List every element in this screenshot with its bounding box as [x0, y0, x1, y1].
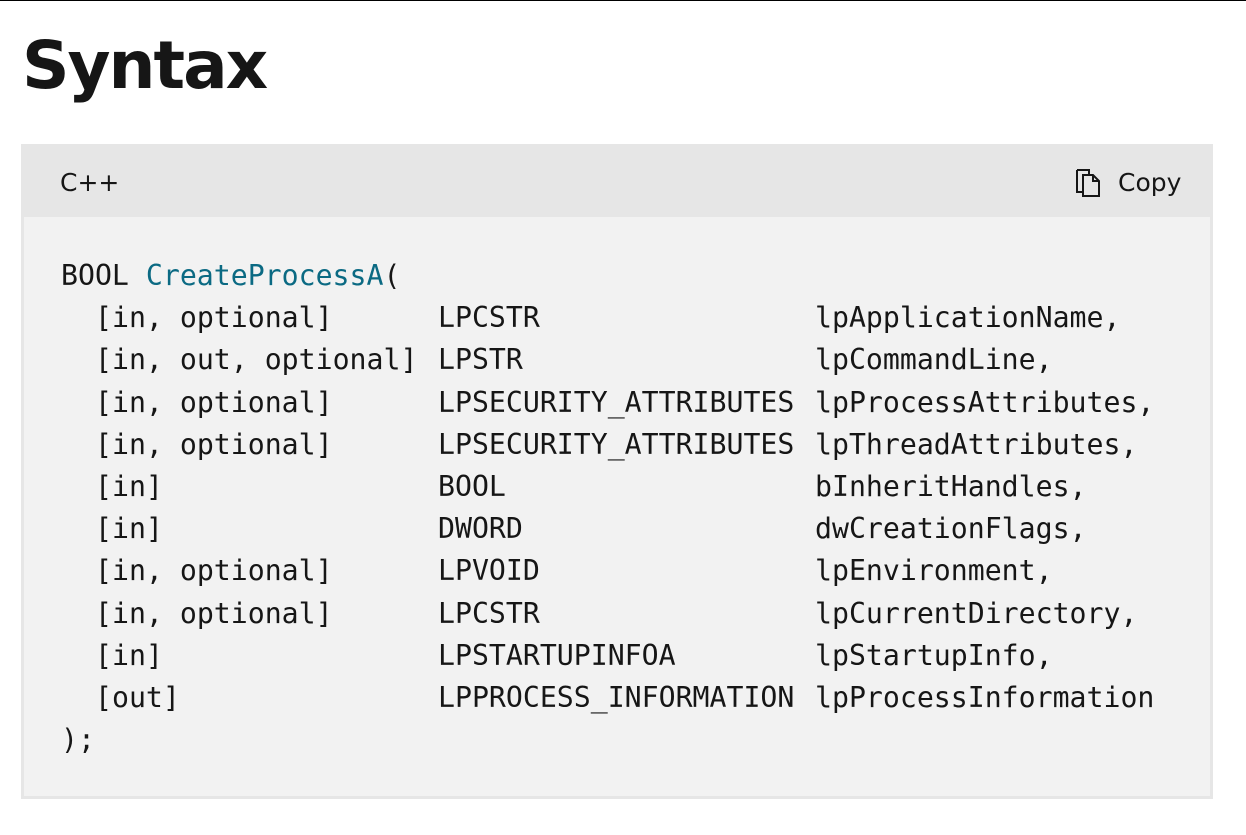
param-name: lpCommandLine, — [815, 343, 1053, 377]
param-name: dwCreationFlags, — [815, 512, 1087, 546]
copy-button[interactable]: Copy — [1074, 165, 1181, 201]
param-annotation: [out] — [95, 680, 180, 714]
code-block-header: C++ Copy — [24, 147, 1210, 217]
param-type: LPPROCESS_INFORMATION — [438, 680, 795, 714]
param-name: bInheritHandles, — [815, 469, 1087, 503]
code-line-param: [in, optional] LPCSTR lpCurrentDirectory, — [61, 593, 1154, 635]
param-annotation: [in, optional] — [95, 596, 333, 630]
param-name: lpThreadAttributes, — [815, 427, 1138, 461]
param-name: lpStartupInfo, — [815, 638, 1053, 672]
param-name: lpProcessInformation — [815, 680, 1155, 714]
top-divider — [0, 0, 1246, 1]
copy-icon — [1074, 168, 1104, 198]
param-name: lpProcessAttributes, — [815, 385, 1155, 419]
param-type: DWORD — [438, 512, 523, 546]
param-annotation: [in, optional] — [95, 427, 333, 461]
param-type: LPSECURITY_ATTRIBUTES — [438, 427, 795, 461]
param-annotation: [in, optional] — [95, 301, 333, 335]
param-annotation: [in, out, optional] — [95, 343, 418, 377]
param-type: LPVOID — [438, 554, 540, 588]
code-line-close: ); — [61, 723, 95, 757]
code-line-param: [out] LPPROCESS_INFORMATION lpProcessInfor… — [61, 677, 1154, 719]
param-name: lpEnvironment, — [815, 554, 1053, 588]
code-line-param: [in, optional] LPSECURITY_ATTRIBUTES lpThr… — [61, 424, 1154, 466]
code-line-param: [in] DWORD dwCreationFlags, — [61, 508, 1154, 550]
code-language-label: C++ — [60, 168, 120, 197]
param-type: LPSTARTUPINFOA — [438, 638, 676, 672]
open-paren: ( — [383, 259, 401, 292]
code-line-signature: BOOL CreateProcessA( — [61, 255, 1154, 297]
param-type: LPCSTR — [438, 301, 540, 335]
code-line-param: [in, optional] LPVOID lpEnvironment, — [61, 550, 1154, 592]
return-type: BOOL — [61, 259, 129, 292]
param-type: LPCSTR — [438, 596, 540, 630]
code-line-param: [in, optional] LPSECURITY_ATTRIBUTES lpPro… — [61, 382, 1154, 424]
param-annotation: [in, optional] — [95, 385, 333, 419]
code-line-param: [in, optional] LPCSTR lpApplicationName, — [61, 297, 1154, 339]
param-type: LPSECURITY_ATTRIBUTES — [438, 385, 795, 419]
page-heading: Syntax — [22, 27, 268, 104]
param-name: lpCurrentDirectory, — [815, 596, 1138, 630]
code-block: C++ Copy BOOL CreateProcessA([in, option… — [21, 144, 1213, 799]
function-name: CreateProcessA — [145, 259, 384, 292]
param-annotation: [in] — [95, 638, 163, 672]
param-type: LPSTR — [438, 343, 523, 377]
param-type: BOOL — [438, 469, 506, 503]
param-annotation: [in, optional] — [95, 554, 333, 588]
code-line-param: [in] BOOL bInheritHandles, — [61, 466, 1154, 508]
code-body: BOOL CreateProcessA( [in, optional] LPCSTR… — [61, 255, 1154, 761]
param-name: lpApplicationName, — [815, 301, 1121, 335]
copy-label: Copy — [1118, 168, 1182, 197]
param-annotation: [in] — [95, 512, 163, 546]
param-annotation: [in] — [95, 469, 163, 503]
code-line-param: [in, out, optional] LPSTR lpCommandLine, — [61, 339, 1154, 381]
code-line-param: [in] LPSTARTUPINFOA lpStartupInfo, — [61, 635, 1154, 677]
